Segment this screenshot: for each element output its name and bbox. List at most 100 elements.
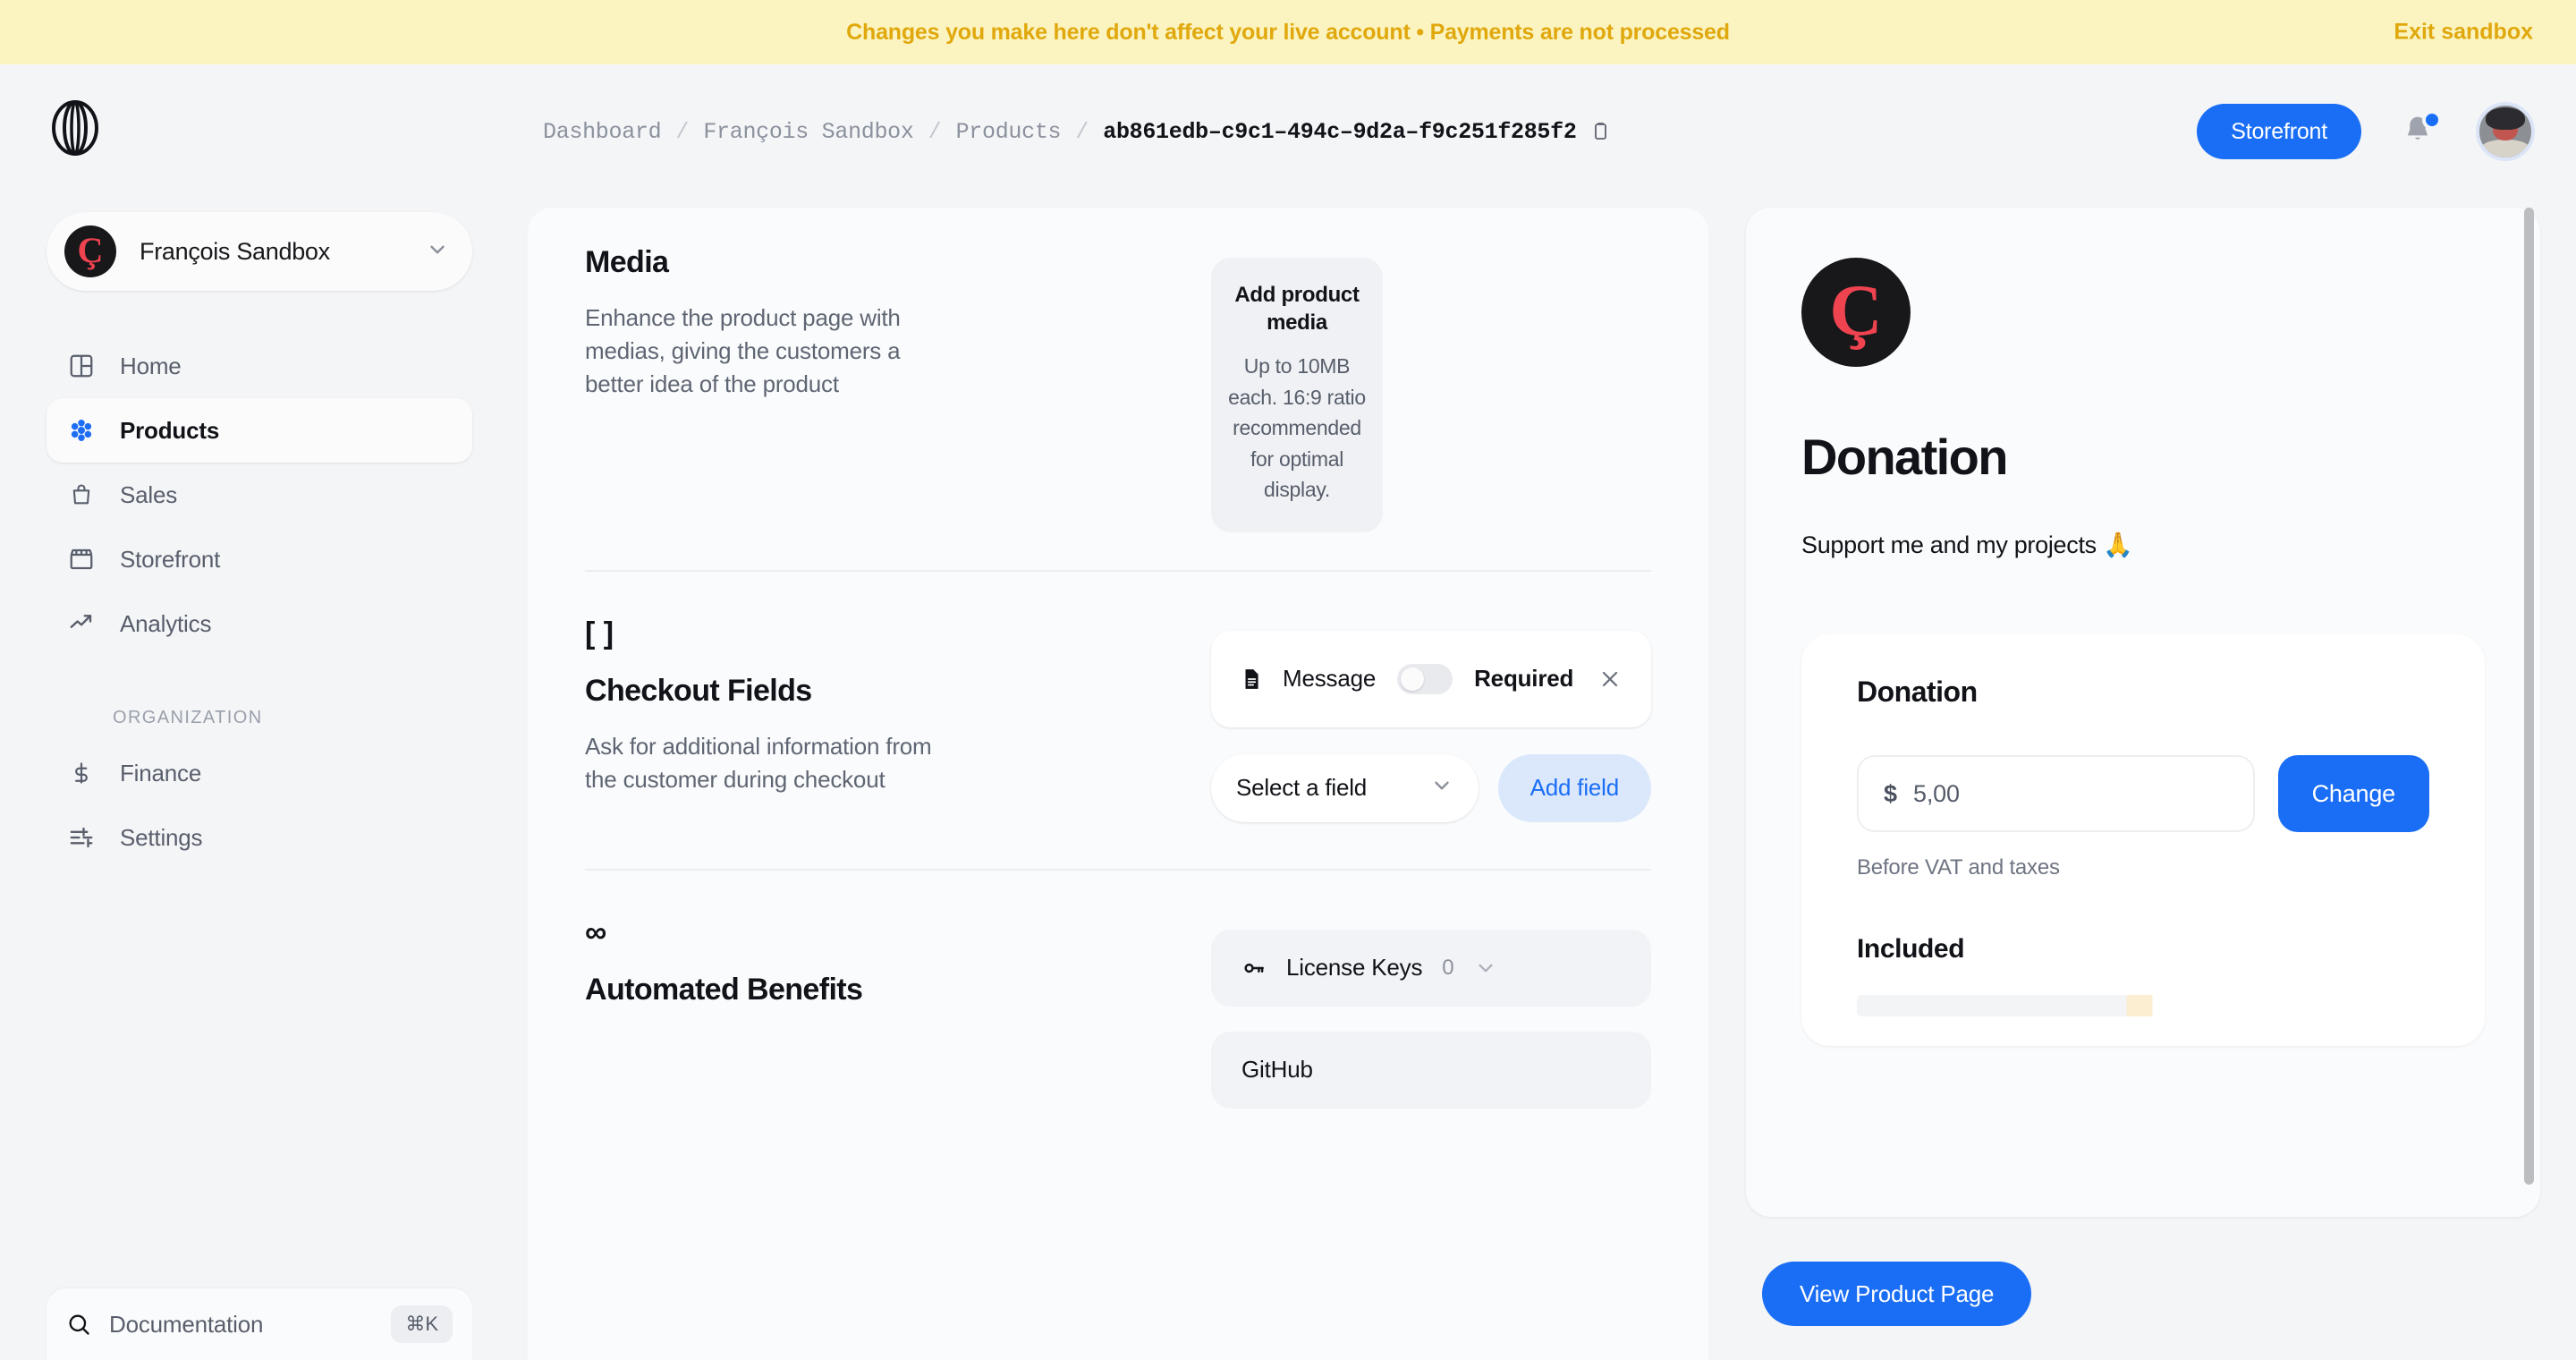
notifications-button[interactable]	[2401, 110, 2442, 151]
preview-logo-letter: Ç	[1829, 269, 1883, 351]
checkout-fields-description: Ask for additional information from the …	[585, 732, 932, 793]
automated-benefits-section: ∞ Automated Benefits License Keys 0 GitH…	[585, 871, 1651, 1134]
currency-symbol: $	[1884, 779, 1898, 807]
polar-logo-icon	[52, 100, 98, 156]
sliders-icon	[66, 822, 97, 853]
org-avatar-letter: Ç	[77, 230, 104, 270]
org-name: François Sandbox	[140, 237, 330, 265]
preview-checkout-card: Donation $ 5,00 Change Before VAT and ta…	[1801, 634, 2485, 1046]
breadcrumb-separator: /	[1075, 118, 1089, 145]
sidebar-item-finance[interactable]: Finance	[47, 741, 472, 805]
sidebar-item-storefront[interactable]: Storefront	[47, 527, 472, 591]
benefit-count: 0	[1442, 955, 1454, 980]
media-title: Media	[585, 245, 669, 279]
sidebar-item-label: Sales	[120, 480, 178, 508]
sidebar-item-analytics[interactable]: Analytics	[47, 591, 472, 656]
sidebar: Ç François Sandbox Home Products Sales S…	[0, 64, 519, 1360]
breadcrumb-separator: /	[675, 118, 690, 145]
chevron-down-icon	[1430, 774, 1453, 802]
store-icon	[66, 544, 97, 574]
sidebar-item-label: Analytics	[120, 609, 212, 637]
breadcrumb-product-id: ab861edb–c9c1–494c–9d2a–f9c251f285f2	[1103, 118, 1577, 145]
checkout-fields-section: [ ] Checkout Fields Ask for additional i…	[585, 572, 1651, 869]
toggle-knob	[1401, 667, 1425, 691]
sidebar-item-home[interactable]: Home	[47, 334, 472, 398]
field-type-value: Select a field	[1236, 774, 1368, 802]
benefit-label: GitHub	[1241, 1056, 1313, 1084]
documentation-search[interactable]: Documentation ⌘K	[47, 1288, 472, 1360]
checkout-field-name: Message	[1283, 665, 1377, 693]
checkout-fields-list: Message Required Select a field Add fiel…	[1211, 618, 1651, 822]
org-switcher[interactable]: Ç François Sandbox	[47, 212, 472, 291]
dropzone-subtitle: Up to 10MB each. 16:9 ratio recommended …	[1228, 354, 1366, 502]
benefit-label: License Keys	[1286, 954, 1423, 982]
required-label: Required	[1474, 665, 1574, 693]
key-icon	[1241, 956, 1267, 980]
sidebar-item-products[interactable]: Products	[47, 398, 472, 463]
preview-card-title: Donation	[1857, 676, 1978, 708]
clipboard-icon[interactable]	[1589, 121, 1611, 142]
storefront-button[interactable]: Storefront	[2197, 104, 2361, 159]
breadcrumb-products[interactable]: Products	[956, 119, 1062, 145]
sidebar-item-sales[interactable]: Sales	[47, 463, 472, 527]
sidebar-item-settings[interactable]: Settings	[47, 805, 472, 870]
add-field-button[interactable]: Add field	[1497, 753, 1651, 822]
preview-org-logo: Ç	[1801, 258, 1911, 367]
media-section: Media Enhance the product page with medi…	[585, 208, 1651, 570]
product-preview-panel: Ç Donation Support me and my projects 🙏 …	[1746, 208, 2540, 1217]
benefit-row-license-keys[interactable]: License Keys 0	[1211, 929, 1651, 1007]
benefits-list: License Keys 0 GitHub	[1211, 917, 1651, 1134]
included-item-clipped	[1857, 995, 2292, 1016]
field-type-select[interactable]: Select a field	[1211, 753, 1479, 822]
media-info: Media Enhance the product page with medi…	[585, 245, 1211, 532]
benefits-title: Automated Benefits	[585, 972, 863, 1007]
user-avatar[interactable]	[2476, 102, 2535, 161]
dropzone-title: Add product media	[1234, 283, 1360, 336]
breadcrumb-dashboard[interactable]: Dashboard	[543, 119, 662, 145]
checkout-field-row[interactable]: Message Required	[1211, 630, 1651, 727]
sandbox-banner: Changes you make here don't affect your …	[0, 0, 2576, 64]
notification-badge	[2422, 110, 2442, 130]
search-icon	[66, 1312, 91, 1337]
product-edit-panel: Media Enhance the product page with medi…	[528, 208, 1708, 1360]
preview-scrollbar[interactable]	[2524, 208, 2534, 1185]
sidebar-nav: Home Products Sales Storefront Analytics…	[0, 334, 519, 870]
amount-value: 5,00	[1913, 779, 1960, 807]
change-amount-button[interactable]: Change	[2277, 755, 2429, 832]
included-title: Included	[1857, 934, 1965, 964]
header-actions: Storefront	[2197, 102, 2535, 161]
benefits-info: ∞ Automated Benefits	[585, 915, 1211, 1134]
preview-price-row: $ 5,00 Change	[1857, 755, 2429, 832]
document-icon	[1240, 667, 1263, 692]
checkout-fields-title: Checkout Fields	[585, 673, 812, 708]
add-field-row: Select a field Add field	[1211, 753, 1651, 822]
media-upload-area: Add product media Up to 10MB each. 16:9 …	[1211, 245, 1651, 532]
brackets-icon: [ ]	[585, 616, 614, 651]
required-toggle[interactable]	[1397, 663, 1453, 694]
media-description: Enhance the product page with medias, gi…	[585, 304, 901, 397]
layout-icon	[66, 351, 97, 381]
sidebar-group-label: ORGANIZATION	[113, 708, 263, 727]
documentation-label: Documentation	[109, 1310, 264, 1338]
chevron-down-icon	[426, 238, 449, 266]
sidebar-item-label: Settings	[120, 823, 203, 851]
view-product-page-button[interactable]: View Product Page	[1762, 1262, 2032, 1326]
benefit-row-github[interactable]: GitHub	[1211, 1031, 1651, 1109]
breadcrumb: Dashboard / François Sandbox / Products …	[543, 119, 1611, 145]
header: Dashboard / François Sandbox / Products …	[519, 64, 2576, 199]
trending-up-icon	[66, 608, 97, 639]
vat-note: Before VAT and taxes	[1857, 855, 2060, 880]
documentation-shortcut: ⌘K	[391, 1305, 453, 1343]
checkout-fields-info: [ ] Checkout Fields Ask for additional i…	[585, 616, 1211, 822]
breadcrumb-organization[interactable]: François Sandbox	[703, 119, 914, 145]
media-dropzone[interactable]: Add product media Up to 10MB each. 16:9 …	[1211, 258, 1383, 532]
chevron-down-icon[interactable]	[1474, 956, 1497, 980]
close-icon[interactable]	[1597, 667, 1623, 692]
breadcrumb-separator: /	[928, 118, 942, 145]
polar-logo[interactable]	[0, 64, 519, 160]
exit-sandbox-button[interactable]: Exit sandbox	[2394, 20, 2533, 46]
sidebar-item-label: Home	[120, 352, 182, 379]
bell-icon	[2401, 116, 2435, 151]
sidebar-item-label: Products	[120, 416, 220, 444]
amount-input[interactable]: $ 5,00	[1857, 755, 2255, 832]
